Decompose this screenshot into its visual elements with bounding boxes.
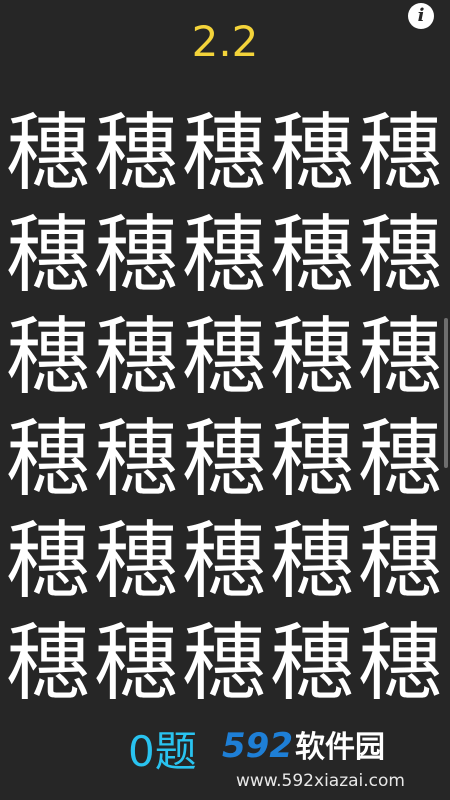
character-cell[interactable]: 穗: [92, 306, 180, 408]
watermark-number: 592: [222, 726, 293, 766]
character-cell[interactable]: 穗: [356, 102, 444, 204]
character-cell[interactable]: 穗: [180, 510, 268, 612]
character-cell[interactable]: 穗: [92, 102, 180, 204]
character-cell[interactable]: 穗: [4, 510, 92, 612]
character-cell[interactable]: 穗: [268, 510, 356, 612]
character-cell[interactable]: 穗: [92, 408, 180, 510]
character-cell[interactable]: 穗: [268, 204, 356, 306]
character-cell[interactable]: 穗: [268, 408, 356, 510]
character-cell[interactable]: 穗: [180, 408, 268, 510]
character-cell[interactable]: 穗: [268, 612, 356, 714]
character-cell[interactable]: 穗: [180, 612, 268, 714]
character-cell[interactable]: 穗: [92, 204, 180, 306]
character-cell[interactable]: 穗: [356, 408, 444, 510]
watermark-name: 软件园: [294, 730, 385, 765]
character-cell[interactable]: 穗: [268, 102, 356, 204]
info-icon[interactable]: i: [408, 3, 434, 29]
watermark-logo: 592软件园 www.592xiazai.com: [222, 726, 448, 796]
character-cell[interactable]: 穗: [356, 510, 444, 612]
character-grid: 穗穗穗穗穗穗穗穗穗穗穗穗穗穗穗穗穗穗穗穗穗穗穗穗穗穗穗穗穗穗: [4, 102, 446, 714]
character-cell[interactable]: 穗: [180, 204, 268, 306]
character-cell[interactable]: 穗: [4, 612, 92, 714]
character-cell[interactable]: 穗: [180, 306, 268, 408]
character-cell[interactable]: 穗: [92, 510, 180, 612]
character-cell[interactable]: 穗: [4, 102, 92, 204]
character-cell[interactable]: 穗: [4, 408, 92, 510]
character-cell[interactable]: 穗: [356, 612, 444, 714]
scrollbar[interactable]: [444, 318, 448, 468]
score-label: 0题: [128, 727, 197, 776]
character-cell[interactable]: 穗: [356, 204, 444, 306]
character-cell[interactable]: 穗: [4, 306, 92, 408]
character-cell[interactable]: 穗: [4, 204, 92, 306]
character-cell[interactable]: 穗: [356, 306, 444, 408]
watermark-title: 592软件园: [222, 726, 385, 768]
character-cell[interactable]: 穗: [268, 306, 356, 408]
character-cell[interactable]: 穗: [92, 612, 180, 714]
watermark-url: www.592xiazai.com: [236, 771, 405, 791]
timer-display: 2.2: [191, 17, 259, 66]
character-cell[interactable]: 穗: [180, 102, 268, 204]
